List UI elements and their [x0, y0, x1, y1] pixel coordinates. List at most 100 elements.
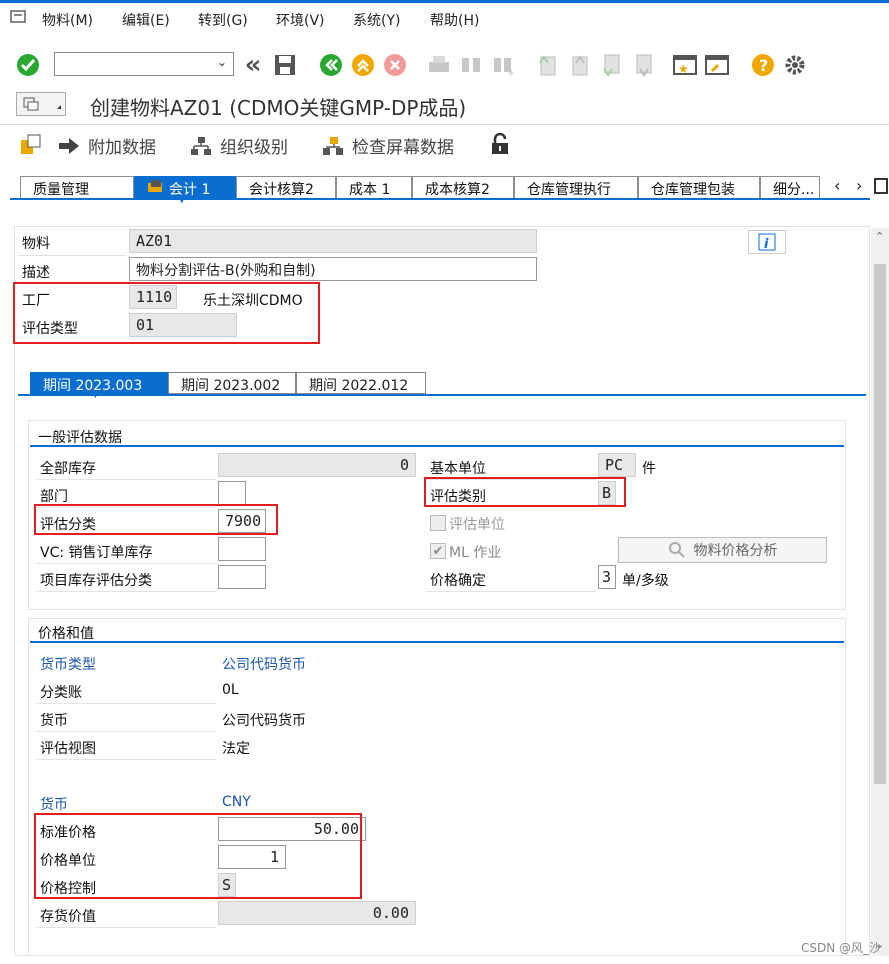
exit-icon[interactable] — [350, 52, 376, 78]
find-next-icon[interactable]: + — [490, 52, 516, 78]
org-levels-label: 组织级别 — [220, 138, 288, 158]
info-button[interactable]: i — [748, 230, 786, 254]
save-icon[interactable] — [272, 52, 298, 78]
menu-edit[interactable]: 编辑(E) — [122, 10, 170, 30]
project-stock-label: 项目库存评估分类 — [40, 573, 152, 589]
help-icon[interactable]: ? — [750, 52, 776, 78]
tab-scroll-left-icon[interactable]: ‹ — [834, 176, 840, 195]
prices-group — [28, 618, 846, 956]
check-screen-data-label: 检查屏幕数据 — [352, 138, 454, 158]
create-session-icon[interactable]: ★ — [672, 52, 698, 78]
accounting-icon — [147, 179, 165, 199]
price-analysis-label: 物料价格分析 — [693, 543, 778, 559]
total-stock-field: 0 — [218, 453, 416, 477]
currency2-value: CNY — [222, 794, 251, 810]
base-unit-label: 基本单位 — [430, 461, 486, 477]
additional-data-button[interactable]: 附加数据 — [58, 133, 156, 158]
price-determination-input[interactable]: 3 — [598, 565, 616, 589]
display-change-button[interactable] — [20, 133, 42, 155]
first-page-icon[interactable] — [534, 52, 560, 78]
tab-wm-packaging[interactable]: 仓库管理包装 — [638, 176, 760, 198]
tab-period-2022-012[interactable]: 期间 2022.012 — [296, 372, 426, 394]
menu-help[interactable]: 帮助(H) — [430, 10, 479, 30]
menu-goto[interactable]: 转到(G) — [198, 10, 248, 30]
valuation-unit-checkbox[interactable] — [430, 515, 446, 531]
print-icon[interactable] — [426, 52, 452, 78]
org-levels-button[interactable]: 组织级别 — [190, 133, 288, 158]
menu-toggle-button[interactable] — [16, 92, 66, 116]
division-input[interactable] — [218, 481, 246, 505]
division-label: 部门 — [40, 489, 68, 505]
tab-accounting-2[interactable]: 会计核算2 — [236, 176, 336, 198]
tab-list-icon[interactable] — [874, 178, 888, 198]
scroll-thumb[interactable] — [874, 264, 886, 784]
valuation-view-value: 法定 — [222, 741, 250, 757]
price-analysis-button[interactable]: 物料价格分析 — [618, 537, 827, 563]
command-field[interactable]: ⌄ — [54, 52, 234, 76]
currency-value: 公司代码货币 — [222, 713, 306, 729]
svg-text:?: ? — [759, 56, 768, 75]
vc-sales-order-input[interactable] — [218, 537, 266, 561]
svg-text:+: + — [507, 68, 515, 76]
chevron-down-icon[interactable]: ⌄ — [217, 55, 227, 69]
info-icon: i — [758, 233, 776, 251]
vertical-scrollbar[interactable]: ⌃ ⌄ — [871, 228, 889, 956]
check-screen-data-button[interactable]: 检查屏幕数据 — [322, 133, 454, 158]
menu-icon[interactable] — [10, 9, 28, 29]
previous-page-icon[interactable] — [566, 52, 592, 78]
back-double-icon[interactable]: « — [240, 50, 266, 80]
tab-costing-1[interactable]: 成本 1 — [336, 176, 412, 198]
svg-text:★: ★ — [678, 62, 689, 76]
settings-gear-icon[interactable] — [782, 52, 808, 78]
price-determination-text: 单/多级 — [622, 573, 669, 589]
additional-data-label: 附加数据 — [88, 138, 156, 158]
stock-value-label: 存货价值 — [40, 909, 96, 925]
back-icon[interactable] — [318, 52, 344, 78]
general-valuation-line — [30, 445, 844, 447]
prices-line — [30, 641, 844, 643]
tab-costing-2[interactable]: 成本核算2 — [412, 176, 514, 198]
tab-quality-management[interactable]: 质量管理 — [20, 176, 134, 198]
general-valuation-title: 一般评估数据 — [38, 430, 122, 446]
next-page-icon[interactable] — [598, 52, 624, 78]
tabstrip-underline — [10, 198, 870, 200]
arrow-right-icon — [59, 137, 79, 154]
last-page-icon[interactable] — [630, 52, 656, 78]
menu-environment[interactable]: 环境(V) — [276, 10, 325, 30]
highlight-plant-valtype — [13, 282, 320, 344]
application-toolbar: 附加数据 组织级别 检查屏幕数据 — [0, 124, 889, 162]
ledger-label: 分类账 — [40, 685, 82, 701]
tab-more[interactable]: 细分... — [760, 176, 820, 198]
lock-button[interactable] — [490, 133, 510, 155]
tab-accounting-1-label: 会计 1 — [169, 182, 211, 198]
period-tab-underline — [18, 394, 866, 396]
menu-system[interactable]: 系统(Y) — [353, 10, 400, 30]
tab-period-2023-003[interactable]: 期间 2023.003 — [30, 372, 168, 394]
highlight-valuation-class — [34, 504, 278, 535]
find-icon[interactable] — [458, 52, 484, 78]
ml-act-label: ML 作业 — [449, 545, 502, 561]
tab-wm-execution[interactable]: 仓库管理执行 — [514, 176, 638, 198]
description-input[interactable]: 物料分割评估-B(外购和自制) — [129, 257, 537, 281]
highlight-price-block — [34, 813, 362, 899]
project-stock-input[interactable] — [218, 565, 266, 589]
enter-check-icon[interactable] — [15, 52, 41, 78]
valuation-unit-label: 评估单位 — [449, 517, 505, 533]
edit-document-icon — [21, 134, 41, 154]
shortcut-icon[interactable] — [704, 52, 730, 78]
description-label: 描述 — [22, 265, 50, 281]
currency-type-label: 货币类型 — [40, 657, 96, 673]
tab-period-2023-002[interactable]: 期间 2023.002 — [168, 372, 296, 394]
active-tab-caret-icon: ▼ — [178, 194, 186, 205]
ml-act-checkbox[interactable]: ✔ — [430, 543, 446, 559]
menu-material[interactable]: 物料(M) — [42, 10, 93, 30]
vc-sales-order-label: VC: 销售订单库存 — [40, 545, 153, 561]
cancel-icon[interactable] — [382, 52, 408, 78]
scroll-up-icon[interactable]: ⌃ — [875, 230, 884, 243]
view-tabstrip: 质量管理 会计 1 会计核算2 成本 1 成本核算2 仓库管理执行 仓库管理包装… — [20, 176, 820, 198]
currency-label: 货币 — [40, 713, 68, 729]
material-field: AZ01 — [129, 229, 537, 253]
check-data-icon — [323, 136, 343, 155]
page-title: 创建物料AZ01 (CDMO关键GMP-DP成品) — [90, 96, 467, 120]
tab-scroll-right-icon[interactable]: › — [856, 176, 862, 195]
